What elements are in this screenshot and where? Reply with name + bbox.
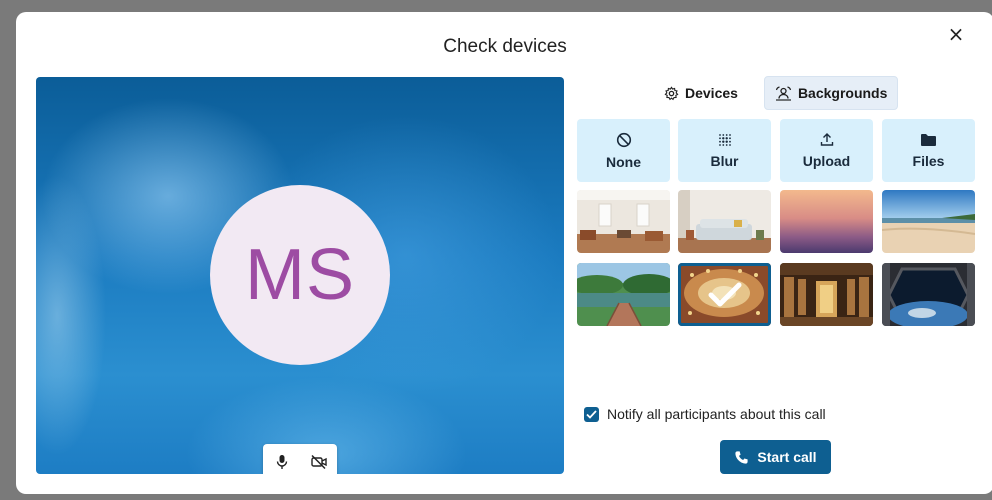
notify-checkbox[interactable] bbox=[584, 406, 599, 422]
tab-backgrounds-label: Backgrounds bbox=[797, 85, 888, 101]
tab-backgrounds[interactable]: Backgrounds bbox=[763, 76, 899, 110]
camera-off-icon[interactable] bbox=[306, 449, 332, 474]
close-button[interactable]: × bbox=[944, 22, 968, 46]
background-thumb-garden-bridge[interactable] bbox=[577, 263, 670, 326]
folder-icon bbox=[921, 133, 936, 146]
background-thumb-space-station[interactable] bbox=[882, 263, 975, 326]
start-call-label: Start call bbox=[757, 449, 817, 465]
background-upload-label: Upload bbox=[802, 153, 851, 169]
background-none-button[interactable]: None bbox=[577, 119, 670, 182]
start-call-button[interactable]: Start call bbox=[720, 440, 831, 474]
background-blur-button[interactable]: Blur bbox=[678, 119, 771, 182]
background-thumb-beach[interactable] bbox=[882, 190, 975, 253]
background-thumb-sunset-gradient[interactable] bbox=[780, 190, 873, 253]
tab-devices[interactable]: Devices bbox=[654, 76, 748, 110]
notify-label: Notify all participants about this call bbox=[607, 406, 826, 422]
checkmark-icon bbox=[586, 409, 597, 419]
background-upload-button[interactable]: Upload bbox=[780, 119, 873, 182]
backgrounds-icon bbox=[775, 85, 792, 101]
check-devices-dialog: Check devices × MS Devices Backgrounds N… bbox=[16, 12, 992, 494]
settings-tabs: Devices Backgrounds bbox=[654, 76, 899, 110]
background-files-button[interactable]: Files bbox=[882, 119, 975, 182]
video-preview: MS bbox=[36, 77, 564, 474]
background-thumb-theater-ceiling[interactable] bbox=[678, 263, 771, 326]
gear-icon bbox=[664, 85, 679, 100]
dialog-title: Check devices bbox=[443, 36, 567, 57]
selected-check-icon bbox=[678, 263, 771, 326]
notify-participants-row: Notify all participants about this call bbox=[584, 406, 826, 422]
background-thumb-living-room[interactable] bbox=[678, 190, 771, 253]
background-files-label: Files bbox=[912, 152, 945, 169]
none-icon bbox=[616, 132, 631, 147]
background-thumb-library[interactable] bbox=[780, 263, 873, 326]
background-blur-label: Blur bbox=[710, 152, 739, 169]
background-none-label: None bbox=[606, 153, 641, 170]
blur-icon bbox=[718, 133, 731, 146]
phone-icon bbox=[735, 450, 749, 464]
background-thumb-office-room[interactable] bbox=[577, 190, 670, 253]
avatar: MS bbox=[210, 185, 390, 365]
tab-devices-label: Devices bbox=[685, 85, 738, 101]
microphone-icon[interactable] bbox=[269, 449, 295, 474]
upload-icon bbox=[820, 133, 833, 146]
media-controls bbox=[263, 444, 337, 474]
